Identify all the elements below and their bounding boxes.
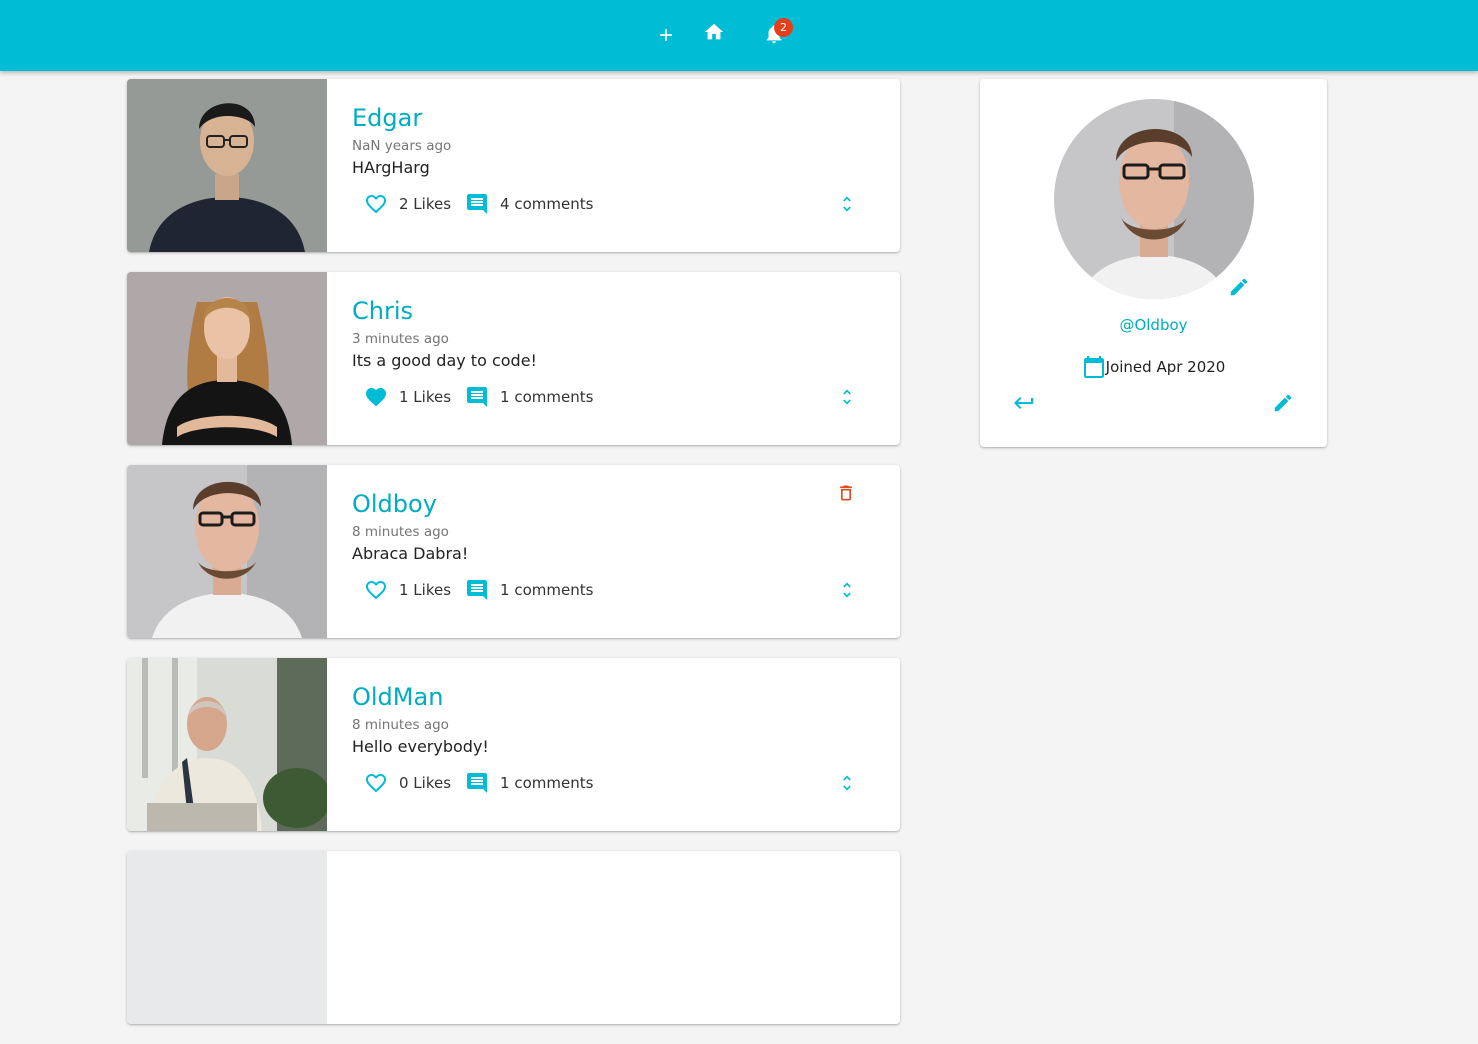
notification-badge: 2 bbox=[774, 18, 793, 37]
comment-icon bbox=[467, 773, 488, 793]
add-post-button[interactable] bbox=[646, 15, 686, 55]
pencil-icon bbox=[1230, 278, 1248, 296]
comments-button[interactable] bbox=[463, 769, 491, 797]
unfold-more-icon bbox=[843, 775, 851, 791]
like-button[interactable] bbox=[362, 769, 390, 797]
likes-count: 0 Likes bbox=[399, 774, 452, 792]
post-actions: 1 Likes 1 comments bbox=[362, 575, 605, 605]
post-actions: 0 Likes 1 comments bbox=[362, 768, 605, 798]
app-bar: 2 bbox=[0, 0, 1478, 71]
post-author-photo bbox=[127, 272, 327, 445]
calendar-icon bbox=[1083, 356, 1104, 378]
post-author-link[interactable]: OldMan bbox=[352, 683, 443, 711]
comments-count: 4 comments bbox=[500, 195, 594, 213]
comments-button[interactable] bbox=[463, 190, 491, 218]
delete-post-button[interactable] bbox=[834, 480, 858, 506]
comments-button[interactable] bbox=[463, 576, 491, 604]
likes-count: 1 Likes bbox=[399, 388, 452, 406]
unfold-more-icon bbox=[843, 196, 851, 212]
post-timestamp: NaN years ago bbox=[352, 138, 452, 154]
post-author-photo bbox=[127, 79, 327, 252]
like-button[interactable] bbox=[362, 383, 390, 411]
profile-handle-link[interactable]: @Oldboy bbox=[980, 316, 1327, 334]
heart-filled-icon bbox=[366, 388, 386, 407]
edit-profile-button[interactable] bbox=[1269, 389, 1297, 417]
post-feed: Edgar NaN years ago HArgHarg 2 Likes 4 c… bbox=[127, 79, 900, 1044]
like-button[interactable] bbox=[362, 190, 390, 218]
post-author-photo bbox=[127, 465, 327, 638]
like-button[interactable] bbox=[362, 576, 390, 604]
expand-post-button[interactable] bbox=[834, 190, 860, 218]
pencil-icon bbox=[1274, 394, 1292, 412]
heart-outline-icon bbox=[366, 195, 386, 214]
logout-button[interactable] bbox=[1010, 389, 1038, 417]
expand-post-button[interactable] bbox=[834, 383, 860, 411]
profile-joined-date: Joined Apr 2020 bbox=[980, 355, 1327, 379]
unfold-more-icon bbox=[843, 389, 851, 405]
post-author-link[interactable]: Edgar bbox=[352, 104, 422, 132]
likes-count: 2 Likes bbox=[399, 195, 452, 213]
post-card bbox=[127, 851, 900, 1024]
comment-icon bbox=[467, 580, 488, 600]
post-card: Edgar NaN years ago HArgHarg 2 Likes 4 c… bbox=[127, 79, 900, 252]
notifications-button[interactable]: 2 bbox=[754, 14, 794, 54]
expand-post-button[interactable] bbox=[834, 769, 860, 797]
profile-avatar bbox=[1054, 99, 1254, 299]
post-body: HArgHarg bbox=[352, 158, 430, 177]
post-author-photo bbox=[127, 658, 327, 831]
post-card: OldMan 8 minutes ago Hello everybody! 0 … bbox=[127, 658, 900, 831]
comments-count: 1 comments bbox=[500, 581, 594, 599]
comment-icon bbox=[467, 387, 488, 407]
likes-count: 1 Likes bbox=[399, 581, 452, 599]
heart-outline-icon bbox=[366, 774, 386, 793]
post-author-link[interactable]: Oldboy bbox=[352, 490, 437, 518]
comments-count: 1 comments bbox=[500, 774, 594, 792]
heart-outline-icon bbox=[366, 581, 386, 600]
comments-count: 1 comments bbox=[500, 388, 594, 406]
edit-avatar-button[interactable] bbox=[1226, 274, 1252, 300]
add-icon bbox=[660, 29, 672, 41]
joined-text: Joined Apr 2020 bbox=[1105, 358, 1226, 376]
post-timestamp: 3 minutes ago bbox=[352, 331, 449, 347]
profile-card: @Oldboy Joined Apr 2020 bbox=[980, 79, 1327, 447]
home-icon bbox=[704, 23, 724, 40]
expand-post-button[interactable] bbox=[834, 576, 860, 604]
keyboard-return-icon bbox=[1014, 397, 1033, 409]
post-timestamp: 8 minutes ago bbox=[352, 717, 449, 733]
post-timestamp: 8 minutes ago bbox=[352, 524, 449, 540]
comments-button[interactable] bbox=[463, 383, 491, 411]
post-body: Hello everybody! bbox=[352, 737, 489, 756]
post-body: Abraca Dabra! bbox=[352, 544, 469, 563]
post-author-link[interactable]: Chris bbox=[352, 297, 413, 325]
trash-icon bbox=[840, 485, 852, 501]
post-body: Its a good day to code! bbox=[352, 351, 537, 370]
comment-icon bbox=[467, 194, 488, 214]
home-button[interactable] bbox=[694, 12, 734, 52]
post-card: Chris 3 minutes ago Its a good day to co… bbox=[127, 272, 900, 445]
post-author-photo bbox=[127, 851, 327, 1024]
post-actions: 1 Likes 1 comments bbox=[362, 382, 605, 412]
unfold-more-icon bbox=[843, 582, 851, 598]
post-card: Oldboy 8 minutes ago Abraca Dabra! 1 Lik… bbox=[127, 465, 900, 638]
post-actions: 2 Likes 4 comments bbox=[362, 189, 605, 219]
